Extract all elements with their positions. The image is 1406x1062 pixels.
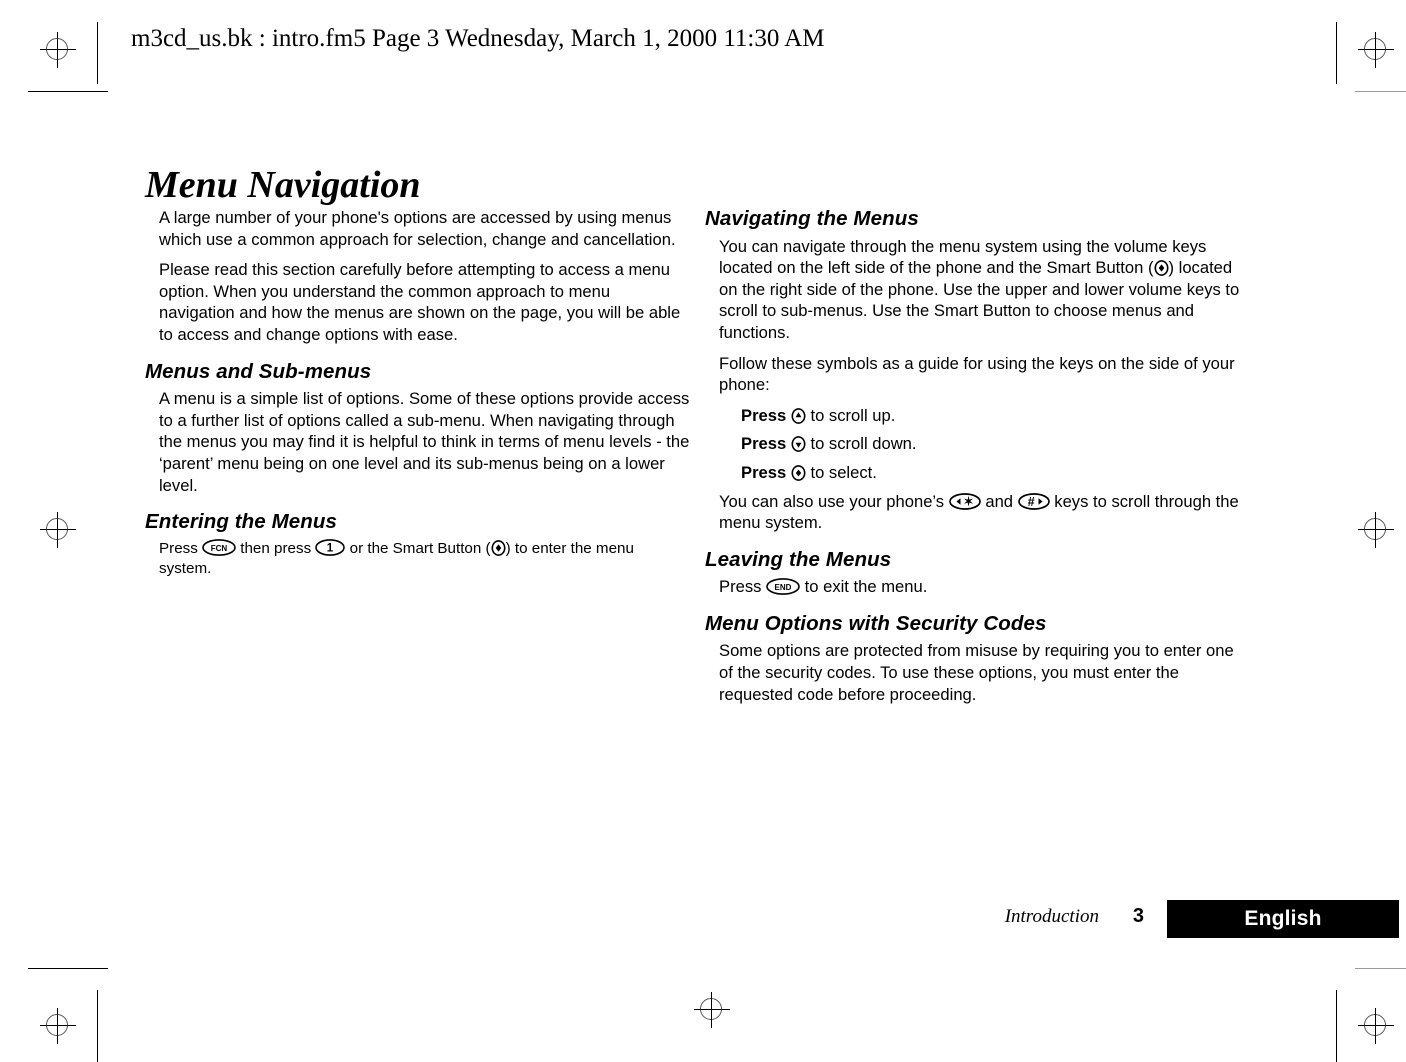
printed-page: m3cd_us.bk : intro.fm5 Page 3 Wednesday,… (0, 0, 1406, 1062)
language-badge-label: English (1244, 907, 1322, 930)
intro-paragraph-1: A large number of your phone's options a… (159, 208, 676, 249)
press-scroll-down-line: Press to scroll down. (705, 433, 1250, 455)
reg-vertical (1375, 512, 1376, 548)
crop-line-top-right-horizontal (1355, 91, 1406, 92)
reg-horizontal (40, 529, 76, 530)
registration-mark-bottom-center (694, 992, 730, 1028)
press-select-action: to select. (805, 462, 877, 482)
file-header-line: m3cd_us.bk : intro.fm5 Page 3 Wednesday,… (131, 25, 825, 52)
scroll-down-key-icon (791, 436, 806, 453)
follow-symbols-paragraph: Follow these symbols as a guide for usin… (719, 353, 1235, 395)
press-up-action: to scroll up. (805, 405, 896, 425)
leaving-text-2: to exit the menu. (800, 577, 928, 597)
heading-entering-the-menus: Entering the Menus (145, 510, 338, 534)
heading-menus-and-sub-menus: Menus and Sub-menus (145, 359, 372, 383)
reg-vertical (1375, 32, 1376, 68)
star-key-icon: ✶ (948, 492, 981, 510)
press-scroll-up-line: Press to scroll up. (705, 405, 1250, 427)
press-up-label: Press (741, 405, 787, 425)
reg-horizontal (1358, 529, 1394, 530)
also-use-text-2: and (980, 491, 1018, 511)
crop-line-bottom-left-vertical (97, 990, 98, 1062)
registration-mark-top-left (40, 32, 76, 68)
crop-line-right-vertical (1336, 22, 1337, 84)
security-codes-paragraph: Some options are protected from misuse b… (719, 641, 1234, 704)
reg-vertical (57, 512, 58, 548)
reg-vertical (711, 992, 712, 1028)
select-key-icon (791, 465, 806, 481)
smart-button-icon (1154, 260, 1169, 277)
heading-navigating-the-menus: Navigating the Menus (705, 207, 919, 230)
end-key-icon: END (766, 578, 800, 596)
svg-text:#: # (1027, 494, 1034, 508)
entering-the-menus-paragraph: Press FCN then press 1 or the Smart Butt… (145, 538, 690, 579)
reg-horizontal (1358, 49, 1394, 50)
leaving-text-1: Press (719, 577, 767, 597)
registration-mark-top-right (1358, 32, 1394, 68)
reg-vertical (1375, 1008, 1376, 1044)
scroll-up-key-icon (791, 407, 806, 424)
svg-text:✶: ✶ (963, 494, 973, 508)
leaving-the-menus-paragraph: Press END to exit the menu. (705, 576, 1250, 598)
svg-text:FCN: FCN (211, 543, 228, 552)
navigating-text-1: You can navigate through the menu system… (719, 236, 1207, 278)
left-column: A large number of your phone's options a… (145, 207, 690, 588)
reg-horizontal (40, 1025, 76, 1026)
registration-mark-bottom-left (40, 1008, 76, 1044)
press-down-action: to scroll down. (805, 434, 917, 454)
page-footer: Introduction 3 English (100, 900, 1406, 938)
crop-line-left-vertical (97, 22, 98, 84)
footer-page-number: 3 (1132, 905, 1144, 927)
reg-horizontal (1358, 1025, 1394, 1026)
page-title: Menu Navigation (145, 164, 421, 207)
hash-key-icon: # (1017, 492, 1050, 510)
key-1-icon: 1 (315, 538, 346, 556)
right-column: Navigating the Menus You can navigate th… (705, 207, 1250, 714)
registration-mark-mid-right (1358, 512, 1394, 548)
language-badge: English (1167, 900, 1399, 938)
crop-line-bottom-right-horizontal (1355, 968, 1406, 969)
heading-menu-options-with-security-codes: Menu Options with Security Codes (705, 611, 1047, 635)
press-select-label: Press (741, 462, 787, 482)
footer-chapter-name: Introduction (1004, 906, 1099, 927)
also-use-text-1: You can also use your phone’s (719, 491, 949, 511)
entering-text-2: then press (236, 539, 316, 557)
navigating-the-menus-paragraph: You can navigate through the menu system… (705, 236, 1250, 344)
registration-mark-bottom-right (1358, 1008, 1394, 1044)
reg-horizontal (694, 1009, 730, 1010)
reg-vertical (57, 1008, 58, 1044)
reg-vertical (57, 32, 58, 68)
intro-paragraph-2: Please read this section carefully befor… (159, 260, 681, 344)
crop-line-top-left-horizontal (28, 91, 108, 92)
press-down-label: Press (741, 434, 787, 454)
registration-mark-mid-left (40, 512, 76, 548)
svg-text:1: 1 (327, 542, 334, 554)
reg-horizontal (40, 49, 76, 50)
star-hash-keys-paragraph: You can also use your phone’s ✶ and # ke… (705, 491, 1250, 534)
crop-line-bottom-right-vertical (1336, 990, 1337, 1062)
menus-and-sub-menus-paragraph: A menu is a simple list of options. Some… (159, 389, 690, 495)
press-select-line: Press to select. (705, 462, 1250, 484)
heading-leaving-the-menus: Leaving the Menus (705, 547, 892, 571)
crop-line-bottom-left-horizontal (28, 968, 108, 969)
svg-text:END: END (775, 583, 792, 592)
entering-text-1: Press (159, 539, 203, 557)
fcn-key-icon: FCN (202, 538, 236, 556)
smart-button-icon (491, 539, 506, 556)
entering-text-3: or the Smart Button ( (345, 539, 491, 557)
